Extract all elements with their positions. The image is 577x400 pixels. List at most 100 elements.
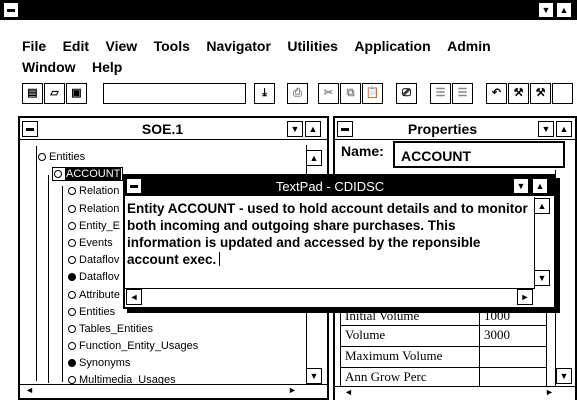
menu-navigator[interactable]: Navigator xyxy=(206,38,271,54)
tree-line-sub xyxy=(62,186,63,382)
properties-scroll-down-icon[interactable]: ▼ xyxy=(556,368,572,384)
soe-horizontal-scrollbar[interactable] xyxy=(20,384,327,398)
textpad-scroll-down-icon[interactable]: ▼ xyxy=(534,270,550,286)
save-icon[interactable]: ▣ xyxy=(66,83,87,104)
textpad-system-menu-icon[interactable] xyxy=(126,178,142,194)
menu-tools[interactable]: Tools xyxy=(154,38,190,54)
copy-icon[interactable]: ⧉ xyxy=(340,83,361,104)
undo-icon[interactable]: ↶ xyxy=(486,83,507,104)
tree-node-account[interactable]: ACCOUNT xyxy=(52,167,124,181)
textpad-horizontal-scrollbar[interactable] xyxy=(125,288,535,306)
menu-view[interactable]: View xyxy=(105,38,137,54)
menu-help[interactable]: Help xyxy=(92,59,122,75)
properties-system-menu-icon[interactable] xyxy=(337,121,353,137)
properties-vertical-scrollbar[interactable] xyxy=(555,170,571,386)
prop-label-maximum-volume: Maximum Volume xyxy=(340,346,480,368)
stamp-icon[interactable]: ⎚ xyxy=(396,83,417,104)
menu-bar: File Edit View Tools Navigator Utilities… xyxy=(22,38,577,56)
menu-bar-row2: Window Help xyxy=(22,59,134,77)
node-circle-icon xyxy=(68,325,76,333)
menu-application[interactable]: Application xyxy=(354,38,430,54)
soe-minimize-icon[interactable]: ▼ xyxy=(287,121,303,137)
soe-maximize-icon[interactable]: ▲ xyxy=(305,121,321,137)
prop-value-ann-grow-perc[interactable] xyxy=(479,367,547,387)
more-icon[interactable] xyxy=(552,83,573,104)
soe-scroll-right-icon[interactable]: ► xyxy=(288,385,297,395)
tree-node-tables-entities[interactable]: Tables_Entities xyxy=(68,323,153,335)
node-circle-icon xyxy=(38,153,46,161)
textpad-scroll-right-icon[interactable]: ► xyxy=(517,289,533,305)
node-circle-icon xyxy=(54,170,62,178)
tree-node-synonyms[interactable]: Synonyms xyxy=(68,357,130,369)
node-circle-icon xyxy=(68,342,76,350)
soe-scroll-down-icon[interactable]: ▼ xyxy=(306,368,322,384)
properties-horizontal-scrollbar[interactable] xyxy=(335,386,575,400)
soe-title: SOE.1 xyxy=(141,121,184,137)
name-field[interactable]: ACCOUNT xyxy=(393,141,565,168)
node-circle-icon xyxy=(68,187,76,195)
paste-icon[interactable]: 📋 xyxy=(362,83,383,104)
textpad-text-area[interactable]: Entity ACCOUNT - used to hold account de… xyxy=(127,200,531,286)
tree-node-dataflow[interactable]: Dataflov xyxy=(68,254,119,266)
menu-file[interactable]: File xyxy=(22,38,46,54)
menu-admin[interactable]: Admin xyxy=(447,38,491,54)
node-circle-icon xyxy=(68,239,76,247)
node-circle-icon xyxy=(68,205,76,213)
tree-node-dataflow-2[interactable]: Dataflov xyxy=(68,271,119,283)
properties-minimize-icon[interactable]: ▼ xyxy=(538,121,554,137)
tree-node-entity-e[interactable]: Entity_E xyxy=(68,220,120,232)
soe-scroll-up-icon[interactable]: ▲ xyxy=(306,150,322,166)
prop-value-initial-volume[interactable]: 1000 xyxy=(479,306,547,326)
tree-node-function-entity-usages[interactable]: Function_Entity_Usages xyxy=(68,340,198,352)
menu-edit[interactable]: Edit xyxy=(63,38,89,54)
prop-label-volume: Volume xyxy=(340,325,480,347)
soe-scroll-left-icon[interactable]: ◄ xyxy=(25,385,34,395)
textpad-scroll-up-icon[interactable]: ▲ xyxy=(534,198,550,214)
open-icon[interactable]: ▱ xyxy=(44,83,65,104)
properties-maximize-icon[interactable]: ▲ xyxy=(556,121,572,137)
properties-scroll-right-icon[interactable]: ► xyxy=(545,387,554,397)
magic-icon[interactable]: ⚒ xyxy=(530,83,551,104)
align-right-icon[interactable]: ☰ xyxy=(452,83,473,104)
soe-system-menu-icon[interactable] xyxy=(22,121,38,137)
app-minimize-icon[interactable]: ▼ xyxy=(538,2,554,18)
tree-line-branch xyxy=(48,175,49,383)
tree-line xyxy=(36,146,37,381)
app-system-menu-icon[interactable] xyxy=(3,2,19,18)
prop-value-volume[interactable]: 3000 xyxy=(479,325,547,347)
textpad-scroll-left-icon[interactable]: ◄ xyxy=(126,289,142,305)
textpad-minimize-icon[interactable]: ▼ xyxy=(513,178,529,194)
print-icon[interactable]: ⎙ xyxy=(287,83,308,104)
combo-dropdown-icon[interactable]: ⤓ xyxy=(254,83,275,104)
node-circle-icon xyxy=(68,308,76,316)
tree-node-events[interactable]: Events xyxy=(68,237,113,249)
prop-label-initial-volume: Initial Volume xyxy=(340,306,480,326)
node-circle-icon xyxy=(68,256,76,264)
align-left-icon[interactable]: ☰ xyxy=(430,83,451,104)
menu-window[interactable]: Window xyxy=(22,59,76,75)
tree-node-attributes[interactable]: Attribute xyxy=(68,289,120,301)
tree-node-entities-2[interactable]: Entities xyxy=(68,306,115,318)
textpad-text: Entity ACCOUNT - used to hold account de… xyxy=(127,201,528,267)
prop-label-ann-grow-perc: Ann Grow Perc xyxy=(340,367,480,387)
text-cursor xyxy=(219,252,221,266)
toolbar-combo-input[interactable] xyxy=(103,83,246,104)
textpad-maximize-icon[interactable]: ▲ xyxy=(532,178,548,194)
node-circle-icon xyxy=(68,291,76,299)
tree-node-relation-2[interactable]: Relation xyxy=(68,203,119,215)
app-title-bar xyxy=(0,0,577,20)
node-filled-circle-icon xyxy=(68,359,76,367)
prop-value-maximum-volume[interactable] xyxy=(479,346,547,368)
new-icon[interactable]: ▤ xyxy=(22,83,43,104)
properties-scroll-left-icon[interactable]: ◄ xyxy=(344,387,353,397)
name-label: Name: xyxy=(341,143,384,159)
properties-title: Properties xyxy=(407,121,478,137)
textpad-title: TextPad - CDIDSC xyxy=(275,179,385,194)
tree-node-entities[interactable]: Entities xyxy=(38,151,85,163)
menu-utilities[interactable]: Utilities xyxy=(287,38,338,54)
tree-node-relation[interactable]: Relation xyxy=(68,185,119,197)
wand-icon[interactable]: ⚒ xyxy=(508,83,529,104)
cut-icon[interactable]: ✂ xyxy=(318,83,339,104)
node-filled-circle-icon xyxy=(68,273,76,281)
app-maximize-icon[interactable]: ▲ xyxy=(556,2,572,18)
